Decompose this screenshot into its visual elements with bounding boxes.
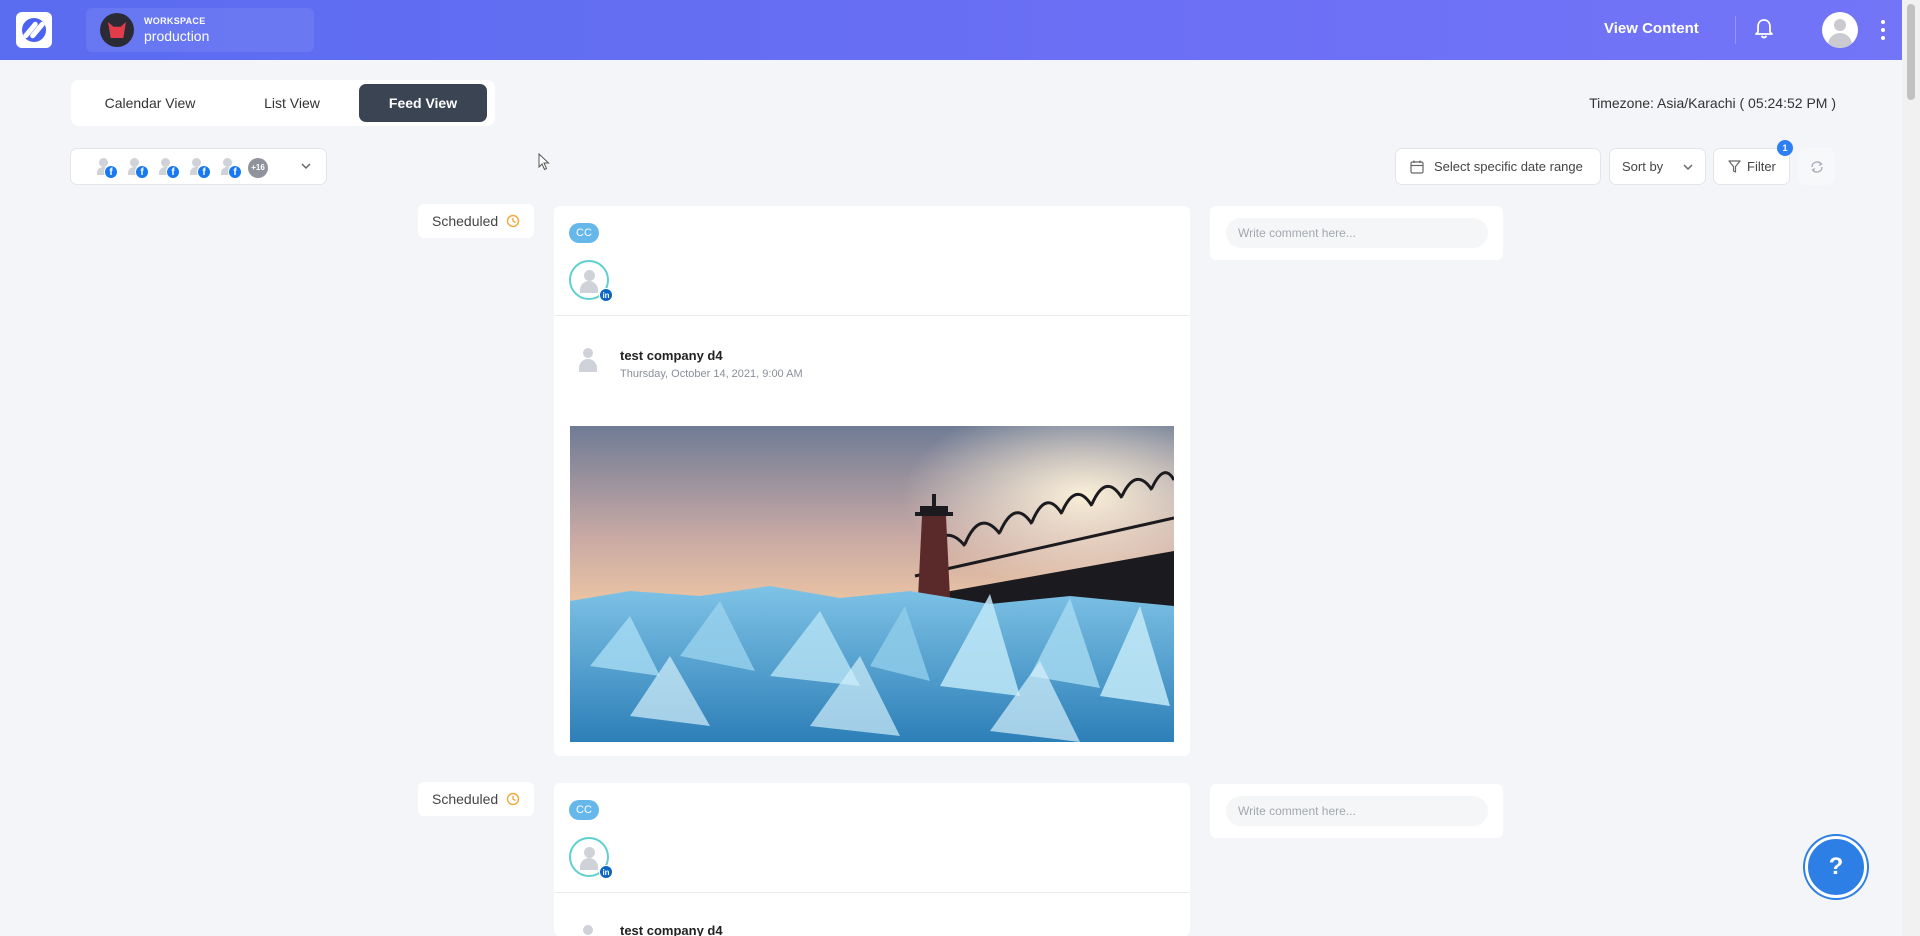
filter-funnel-icon: [1728, 160, 1741, 173]
workspace-switcher[interactable]: WORKSPACE production: [86, 8, 314, 52]
linkedin-icon: in: [599, 865, 613, 879]
refresh-button[interactable]: [1798, 148, 1835, 185]
post-status-chip: Scheduled: [418, 204, 534, 238]
page-scrollbar[interactable]: [1902, 0, 1920, 936]
facebook-account-icon: f: [221, 158, 242, 179]
clock-icon: [506, 214, 520, 228]
workspace-name: production: [144, 28, 210, 44]
post-card: CC in test company d4 Thursday, October …: [554, 206, 1190, 756]
account-selector[interactable]: f f f f f +16: [70, 148, 327, 185]
timezone-display: Timezone: Asia/Karachi ( 05:24:52 PM ): [1589, 95, 1836, 111]
facebook-account-icon: f: [128, 158, 149, 179]
workspace-label: WORKSPACE: [144, 16, 206, 26]
post-date: Thursday, October 14, 2021, 9:00 AM: [620, 368, 803, 380]
post-author-name: test company d4: [620, 923, 723, 936]
chevron-down-icon: [301, 163, 311, 170]
tab-calendar-view[interactable]: Calendar View: [75, 84, 225, 122]
post-author-name: test company d4: [620, 348, 723, 363]
facebook-account-icon: f: [159, 158, 180, 179]
workspace-avatar: [100, 13, 134, 47]
tab-feed-view[interactable]: Feed View: [359, 84, 487, 122]
card-divider: [554, 315, 1190, 316]
help-button[interactable]: ?: [1805, 836, 1867, 898]
sort-by-label: Sort by: [1622, 159, 1664, 174]
brand-logo-icon[interactable]: [16, 12, 52, 48]
post-card: CC in test company d4: [554, 783, 1190, 936]
view-content-link[interactable]: View Content: [1604, 20, 1699, 37]
card-divider: [554, 892, 1190, 893]
post-image[interactable]: [570, 426, 1174, 742]
refresh-icon: [1810, 160, 1823, 173]
top-navigation-bar: WORKSPACE production View Content: [0, 0, 1902, 60]
linkedin-account-avatar[interactable]: in: [569, 837, 613, 879]
kebab-menu-icon[interactable]: [1880, 20, 1886, 40]
facebook-account-icon: f: [190, 158, 211, 179]
mouse-cursor-icon: [538, 153, 550, 171]
filter-label: Filter: [1747, 159, 1776, 174]
calendar-icon: [1410, 160, 1424, 174]
bell-icon[interactable]: [1754, 18, 1774, 40]
scrollbar-thumb[interactable]: [1907, 4, 1915, 100]
comment-input[interactable]: [1226, 796, 1488, 826]
filter-count-badge: 1: [1777, 140, 1793, 156]
post-status-label: Scheduled: [432, 213, 499, 229]
date-range-label: Select specific date range: [1434, 159, 1583, 174]
author-avatar: [578, 925, 598, 936]
user-avatar-icon[interactable]: [1822, 12, 1858, 48]
comment-box: [1210, 784, 1503, 838]
post-status-chip: Scheduled: [418, 782, 534, 816]
view-switcher: Calendar View List View Feed View: [71, 80, 495, 126]
sort-by-dropdown[interactable]: Sort by: [1609, 148, 1706, 185]
comment-box: [1210, 206, 1503, 260]
facebook-account-icon: f: [97, 158, 118, 179]
chevron-down-icon: [1683, 164, 1693, 171]
content-category-badge: CC: [569, 800, 599, 820]
date-range-picker[interactable]: Select specific date range: [1395, 148, 1601, 185]
clock-icon: [506, 792, 520, 806]
linkedin-icon: in: [599, 288, 613, 302]
content-category-badge: CC: [569, 223, 599, 243]
tab-list-view[interactable]: List View: [225, 84, 359, 122]
header-divider: [1735, 16, 1736, 44]
linkedin-account-avatar[interactable]: in: [569, 260, 613, 302]
comment-input[interactable]: [1226, 218, 1488, 248]
post-status-label: Scheduled: [432, 791, 499, 807]
author-avatar: [578, 348, 598, 372]
more-accounts-count: +16: [248, 158, 268, 178]
